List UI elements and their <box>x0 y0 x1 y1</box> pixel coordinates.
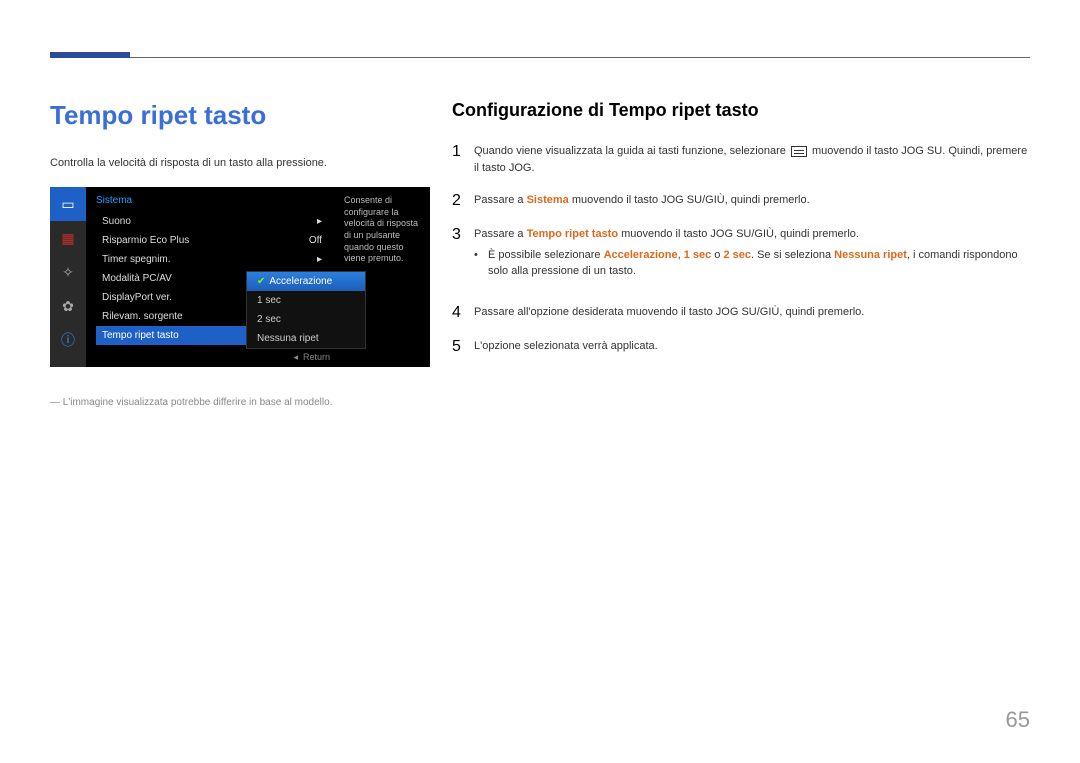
osd-main: Sistema Suono▸Risparmio Eco PlusOffTimer… <box>86 187 338 367</box>
osd-menu-item: Risparmio Eco PlusOff <box>96 231 328 250</box>
accent-bar <box>50 52 130 58</box>
step: 4Passare all'opzione desiderata muovendo… <box>452 304 1032 322</box>
step-body: L'opzione selezionata verrà applicata. <box>474 338 1032 355</box>
left-column: Tempo ripet tasto Controlla la velocità … <box>50 100 430 408</box>
step-body: Passare a Sistema muovendo il tasto JOG … <box>474 192 1032 209</box>
menu-glyph-icon <box>791 146 807 157</box>
step: 3Passare a Tempo ripet tasto muovendo il… <box>452 226 1032 288</box>
intro-text: Controlla la velocità di risposta di un … <box>50 157 430 169</box>
return-triangle-icon: ◂ <box>293 352 298 362</box>
steps-list: 1Quando viene visualizzata la guida ai t… <box>452 143 1032 356</box>
display-icon: ▭ <box>50 187 86 221</box>
step-number: 4 <box>452 304 474 322</box>
osd-popup-option: Nessuna ripet <box>247 329 365 348</box>
subtitle: Configurazione di Tempo ripet tasto <box>452 100 1032 121</box>
footnote: ― L'immagine visualizzata potrebbe diffe… <box>50 397 430 408</box>
right-column: Configurazione di Tempo ripet tasto 1Qua… <box>452 100 1032 372</box>
step: 2Passare a Sistema muovendo il tasto JOG… <box>452 192 1032 210</box>
info-icon: ⓘ <box>50 323 86 357</box>
step-body: Passare all'opzione desiderata muovendo … <box>474 304 1032 321</box>
step-number: 3 <box>452 226 474 244</box>
step-body: Quando viene visualizzata la guida ai ta… <box>474 143 1032 176</box>
page-title: Tempo ripet tasto <box>50 100 430 131</box>
step-number: 2 <box>452 192 474 210</box>
header-rule <box>130 57 1030 58</box>
bullet-item: •È possibile selezionare Accelerazione, … <box>474 247 1032 280</box>
picture-icon: ▦ <box>50 221 86 255</box>
step-body: Passare a Tempo ripet tasto muovendo il … <box>474 226 1032 288</box>
step: 5L'opzione selezionata verrà applicata. <box>452 338 1032 356</box>
step: 1Quando viene visualizzata la guida ai t… <box>452 143 1032 176</box>
osd-section-title: Sistema <box>96 195 328 206</box>
osd-menu-item: Timer spegnim.▸ <box>96 250 328 269</box>
osd-sidebar: ▭ ▦ ✧ ✿ ⓘ <box>50 187 86 367</box>
page-number: 65 <box>1006 707 1030 733</box>
adjust-icon: ✧ <box>50 255 86 289</box>
osd-menu-item: Suono▸ <box>96 212 328 231</box>
osd-screenshot: ▭ ▦ ✧ ✿ ⓘ Sistema Suono▸Risparmio Eco Pl… <box>50 187 430 367</box>
osd-return: ◂ Return <box>293 352 330 363</box>
osd-popup-option: ✔Accelerazione <box>247 272 365 291</box>
step-number: 5 <box>452 338 474 356</box>
osd-popup-option: 1 sec <box>247 291 365 310</box>
osd-popup: ✔Accelerazione1 sec2 secNessuna ripet <box>246 271 366 349</box>
settings-icon: ✿ <box>50 289 86 323</box>
step-number: 1 <box>452 143 474 161</box>
osd-popup-option: 2 sec <box>247 310 365 329</box>
